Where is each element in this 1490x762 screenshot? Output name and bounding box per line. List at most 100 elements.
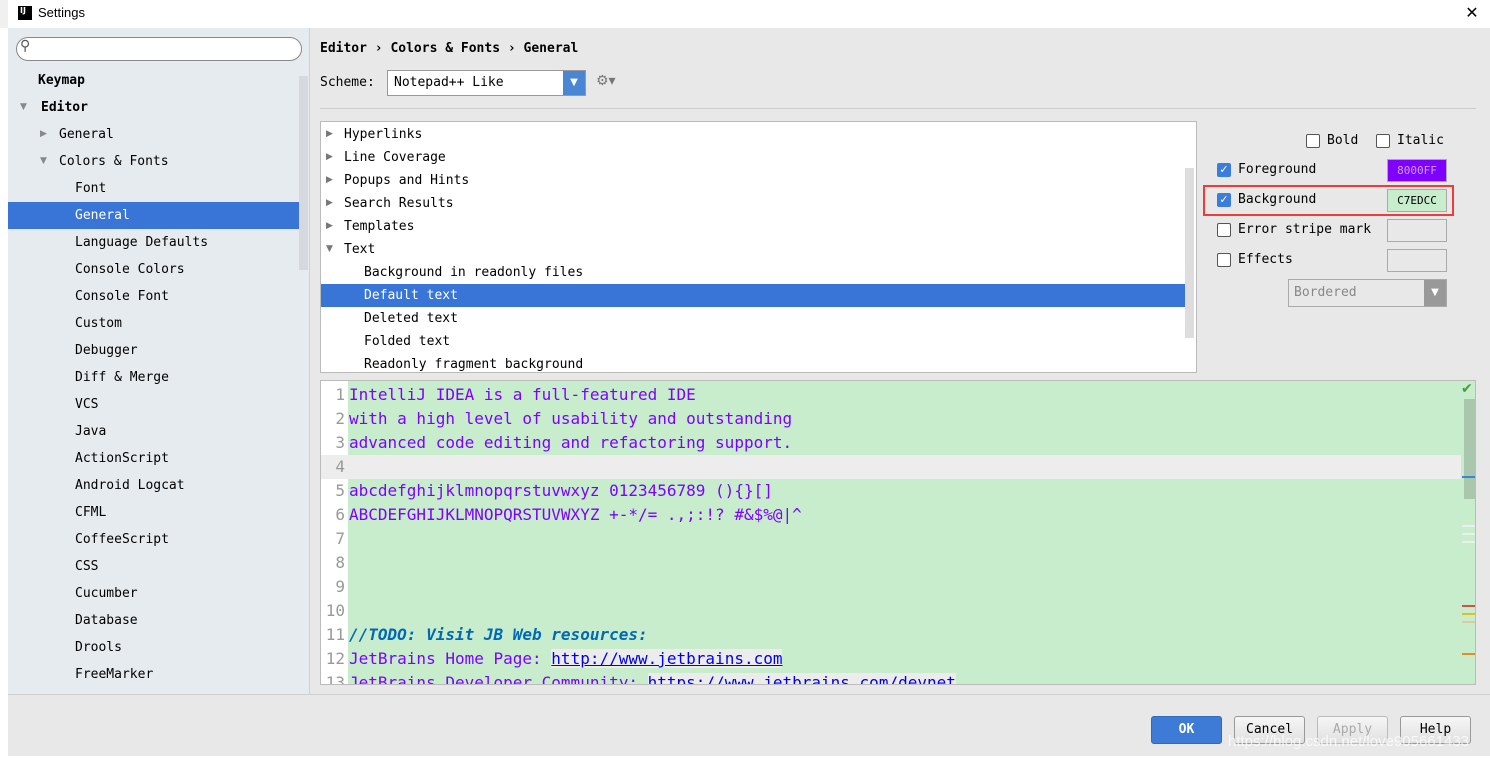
collapse-arrow-icon[interactable]: ▶ [326, 123, 333, 146]
tree-row[interactable]: ▶ Line Coverage [321, 146, 1186, 169]
error-stripe-marker[interactable] [1462, 621, 1475, 623]
sidebar-item[interactable]: ▶ General [8, 121, 300, 148]
sidebar-item[interactable]: Custom [8, 310, 300, 337]
sidebar-item-label: CoffeeScript [75, 532, 169, 547]
sidebar-item-label: Console Colors [75, 262, 185, 277]
sidebar-item[interactable]: ▼ Colors & Fonts [8, 148, 300, 175]
tree-row[interactable]: Folded text [321, 330, 1186, 353]
search-input[interactable] [16, 37, 302, 61]
sidebar-item[interactable]: Android Logcat [8, 472, 300, 499]
effects-type-dropdown[interactable]: Bordered ▼ [1288, 279, 1447, 307]
line-number: 9 [335, 577, 345, 596]
line-number: 6 [335, 505, 345, 524]
tree-row[interactable]: Readonly fragment background [321, 353, 1186, 372]
sidebar-item-label: Java [75, 424, 107, 439]
error-stripe-checkbox[interactable] [1217, 223, 1231, 237]
sidebar-item[interactable]: General [8, 202, 300, 229]
collapse-arrow-icon[interactable]: ▶ [326, 146, 333, 169]
code-text: ABCDEFGHIJKLMNOPQRSTUVWXYZ +-*/= .,;:!? … [349, 505, 802, 524]
scheme-dropdown[interactable]: Notepad++ Like ▼ [387, 70, 586, 96]
sidebar-item[interactable]: Debugger [8, 337, 300, 364]
code-text: with a high level of usability and outst… [349, 409, 793, 428]
sidebar-item[interactable]: Cucumber [8, 580, 300, 607]
tree-scrollbar[interactable] [1185, 168, 1194, 338]
code-line: 12 JetBrains Home Page: http://www.jetbra… [321, 647, 1461, 671]
tree-row[interactable]: ▼ Text [321, 238, 1186, 261]
sidebar-scrollbar[interactable] [299, 76, 308, 270]
code-line: 8 [321, 551, 1461, 575]
editor-scrollbar[interactable] [1464, 399, 1475, 499]
collapse-arrow-icon[interactable]: ▶ [326, 215, 333, 238]
sidebar-item[interactable]: Console Font [8, 283, 300, 310]
bold-checkbox[interactable] [1306, 134, 1320, 148]
sidebar-item[interactable]: Diff & Merge [8, 364, 300, 391]
tree-row[interactable]: ▶ Templates [321, 215, 1186, 238]
foreground-checkbox[interactable]: ✓ [1217, 163, 1231, 177]
sidebar-item[interactable]: Database [8, 607, 300, 634]
expand-arrow-icon[interactable]: ▼ [20, 94, 27, 121]
code-link[interactable]: http://www.jetbrains.com [551, 649, 783, 668]
sidebar-item[interactable]: ActionScript [8, 445, 300, 472]
line-number: 12 [325, 649, 345, 668]
effects-checkbox[interactable] [1217, 253, 1231, 267]
tree-row-label: Popups and Hints [344, 173, 470, 188]
divider [320, 108, 1476, 109]
tree-row-label: Text [344, 242, 376, 257]
expand-arrow-icon[interactable]: ▼ [326, 238, 333, 261]
title-bar [0, 0, 1490, 28]
effects-color-swatch[interactable] [1387, 249, 1447, 272]
line-number: 1 [335, 385, 345, 404]
line-number: 8 [335, 553, 345, 572]
background-checkbox[interactable]: ✓ [1217, 193, 1231, 207]
preview-editor[interactable]: 1 IntelliJ IDEA is a full-featured IDE 2 wi… [320, 380, 1476, 685]
error-stripe-marker[interactable] [1462, 525, 1475, 527]
code-line: 7 [321, 527, 1461, 551]
breadcrumb-separator: › [507, 41, 516, 56]
error-stripe-marker[interactable] [1462, 541, 1475, 543]
tree-row[interactable]: Default text [321, 284, 1186, 307]
sidebar-item[interactable]: Drools [8, 634, 300, 661]
sidebar-item[interactable]: Java [8, 418, 300, 445]
sidebar-item[interactable]: VCS [8, 391, 300, 418]
sidebar-item[interactable]: Keymap [8, 67, 300, 94]
sidebar-item[interactable]: CFML [8, 499, 300, 526]
tree-row[interactable]: ▶ Popups and Hints [321, 169, 1186, 192]
close-icon[interactable]: ✕ [1460, 2, 1484, 24]
tree-row[interactable]: Background in readonly files [321, 261, 1186, 284]
expand-arrow-icon[interactable]: ▼ [40, 148, 47, 175]
italic-checkbox[interactable] [1376, 134, 1390, 148]
collapse-arrow-icon[interactable]: ▶ [326, 169, 333, 192]
line-number: 4 [335, 457, 345, 476]
line-number: 3 [335, 433, 345, 452]
window-title: Settings [38, 5, 85, 20]
breadcrumb-item: General [523, 41, 579, 56]
tree-row[interactable]: ▶ Search Results [321, 192, 1186, 215]
foreground-color-swatch[interactable]: 8000FF [1387, 159, 1447, 182]
error-stripe-marker[interactable] [1462, 605, 1475, 607]
error-stripe-marker[interactable] [1462, 476, 1475, 478]
tree-row[interactable]: Deleted text [321, 307, 1186, 330]
error-stripe-marker[interactable] [1462, 613, 1475, 615]
sidebar-item[interactable]: FreeMarker [8, 661, 300, 688]
code-link[interactable]: https://www.jetbrains.com/devnet [647, 673, 956, 684]
gear-icon[interactable]: ⚙▾ [596, 73, 616, 89]
tree-row-label: Deleted text [364, 311, 458, 326]
sidebar-item[interactable]: CSS [8, 553, 300, 580]
collapse-arrow-icon[interactable]: ▶ [40, 121, 47, 148]
error-stripe-color-swatch[interactable] [1387, 219, 1447, 242]
code-line: 1 IntelliJ IDEA is a full-featured IDE [321, 383, 1461, 407]
sidebar-item-label: Colors & Fonts [59, 154, 169, 169]
tree-row-label: Search Results [344, 196, 454, 211]
sidebar-item[interactable]: ▼ Editor [8, 94, 300, 121]
sidebar-item[interactable]: CoffeeScript [8, 526, 300, 553]
error-stripe-marker[interactable] [1462, 653, 1475, 655]
ok-button[interactable]: OK [1151, 716, 1222, 744]
collapse-arrow-icon[interactable]: ▶ [326, 192, 333, 215]
sidebar-item[interactable]: Font [8, 175, 300, 202]
sidebar-item[interactable]: Console Colors [8, 256, 300, 283]
tree-row[interactable]: ▶ Hyperlinks [321, 123, 1186, 146]
error-stripe-marker[interactable] [1462, 533, 1475, 535]
sidebar-item[interactable]: Language Defaults [8, 229, 300, 256]
code-line: 2 with a high level of usability and outs… [321, 407, 1461, 431]
background-color-swatch[interactable]: C7EDCC [1387, 189, 1447, 212]
